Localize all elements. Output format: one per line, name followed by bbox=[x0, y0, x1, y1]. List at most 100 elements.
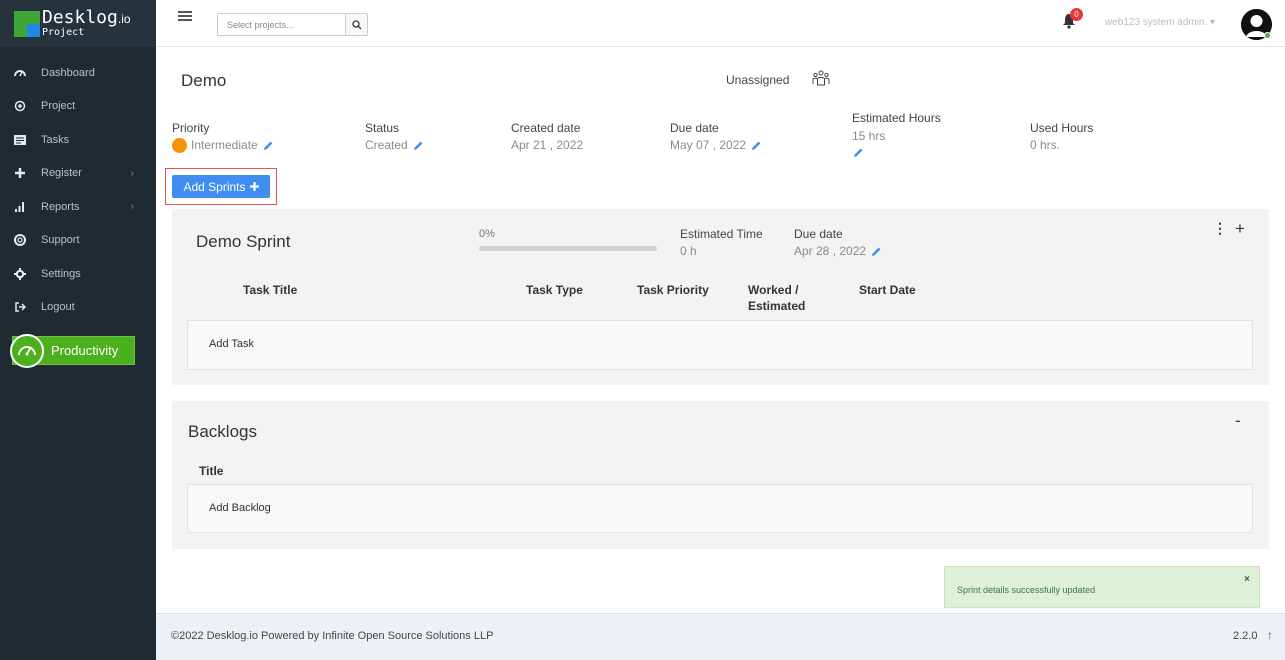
edit-estimated-hours-icon[interactable] bbox=[853, 147, 864, 158]
sidebar-item-register[interactable]: Register › bbox=[0, 157, 156, 191]
sidebar-item-support[interactable]: Support bbox=[0, 224, 156, 258]
sidebar-item-settings[interactable]: Settings bbox=[0, 257, 156, 291]
notification-badge: 0 bbox=[1070, 8, 1083, 21]
success-toast: Sprint details successfully updated × bbox=[944, 566, 1260, 608]
menu-toggle-icon[interactable] bbox=[178, 11, 192, 25]
user-menu[interactable]: web123 system admin. ▾ bbox=[1105, 17, 1215, 28]
logout-icon bbox=[14, 301, 26, 313]
productivity-button[interactable]: Productivity bbox=[10, 333, 135, 368]
priority-indicator bbox=[172, 138, 187, 154]
main-content: Demo Unassigned Priority Intermediate St… bbox=[156, 48, 1285, 613]
top-header: 0 web123 system admin. ▾ bbox=[156, 0, 1285, 47]
add-backlog-button[interactable]: Add Backlog bbox=[209, 502, 271, 514]
sidebar-item-dashboard[interactable]: Dashboard bbox=[0, 56, 156, 90]
footer-copyright: ©2022 Desklog.io Powered by Infinite Ope… bbox=[171, 630, 494, 642]
sidebar-nav: Dashboard Project Tasks Register › Repor… bbox=[0, 56, 156, 324]
online-status-dot bbox=[1264, 32, 1271, 39]
brand-subtitle: Project bbox=[42, 27, 85, 38]
sprint-progress-text: 0% bbox=[479, 228, 495, 240]
col-task-title: Task Title bbox=[243, 283, 298, 297]
sprint-progress-bar bbox=[479, 246, 657, 251]
sidebar-item-label: Dashboard bbox=[41, 66, 95, 79]
assignee-label: Unassigned bbox=[726, 73, 790, 87]
col-backlog-title: Title bbox=[199, 464, 224, 478]
edit-priority-icon[interactable] bbox=[263, 140, 274, 151]
status-value: Created bbox=[365, 138, 424, 152]
priority-value: Intermediate bbox=[172, 138, 274, 154]
col-task-type: Task Type bbox=[526, 283, 583, 297]
sprint-due-date-value: Apr 28 , 2022 bbox=[794, 244, 882, 258]
estimated-hours-value: 15 hrs bbox=[852, 129, 886, 143]
sidebar-item-logout[interactable]: Logout bbox=[0, 291, 156, 325]
sprint-name: Demo Sprint bbox=[196, 232, 291, 251]
created-date-label: Created date bbox=[511, 121, 581, 135]
productivity-label: Productivity bbox=[51, 343, 119, 358]
sidebar-item-label: Register bbox=[41, 167, 82, 180]
search-input[interactable] bbox=[218, 14, 345, 35]
sprint-options-icon[interactable]: ⋮ bbox=[1213, 220, 1227, 237]
col-start-date: Start Date bbox=[859, 283, 916, 297]
chevron-right-icon: › bbox=[130, 167, 134, 179]
bar-chart-icon bbox=[14, 201, 26, 213]
sprint-due-date-label: Due date bbox=[794, 227, 843, 241]
project-icon bbox=[14, 100, 26, 112]
edit-status-icon[interactable] bbox=[413, 140, 424, 151]
brand-name: Desklog.io bbox=[42, 7, 131, 28]
team-assign-icon[interactable] bbox=[812, 69, 830, 87]
tasks-icon bbox=[14, 134, 26, 146]
estimated-hours-label: Estimated Hours bbox=[852, 111, 941, 125]
sidebar-item-project[interactable]: Project bbox=[0, 90, 156, 124]
backlog-panel: Backlogs - Title Add Backlog bbox=[172, 401, 1269, 549]
priority-label: Priority bbox=[172, 121, 210, 135]
estimated-time-value: 0 h bbox=[680, 244, 697, 258]
used-hours-value: 0 hrs. bbox=[1030, 138, 1061, 152]
add-sprints-highlight: Add Sprints bbox=[165, 168, 277, 205]
status-label: Status bbox=[365, 121, 400, 135]
support-icon bbox=[14, 234, 26, 247]
app-version: 2.2.0 bbox=[1233, 630, 1258, 642]
project-title: Demo bbox=[181, 71, 227, 90]
backlog-collapse-button[interactable]: - bbox=[1235, 411, 1241, 431]
project-search bbox=[217, 13, 368, 36]
dashboard-icon bbox=[14, 67, 26, 79]
sprint-add-icon[interactable]: + bbox=[1235, 219, 1245, 239]
sidebar-item-label: Logout bbox=[41, 301, 75, 314]
used-hours-label: Used Hours bbox=[1030, 121, 1094, 135]
plus-icon bbox=[14, 167, 26, 179]
sprint-panel: Demo Sprint 0% Estimated Time 0 h Due da… bbox=[172, 209, 1269, 385]
add-task-button[interactable]: Add Task bbox=[209, 338, 254, 350]
edit-due-date-icon[interactable] bbox=[751, 140, 762, 151]
col-worked-estimated: Worked / Estimated bbox=[748, 283, 806, 313]
due-date-value: May 07 , 2022 bbox=[670, 138, 762, 152]
scroll-top-icon[interactable]: ↑ bbox=[1267, 628, 1273, 642]
sidebar-item-reports[interactable]: Reports › bbox=[0, 190, 156, 224]
sidebar-item-label: Tasks bbox=[41, 133, 70, 146]
created-date-value: Apr 21 , 2022 bbox=[511, 138, 584, 152]
edit-sprint-due-date-icon[interactable] bbox=[871, 246, 882, 257]
sidebar: Desklog.io Project Dashboard Project Tas… bbox=[0, 0, 156, 660]
chevron-right-icon: › bbox=[130, 201, 134, 213]
add-task-row: Add Task bbox=[187, 320, 1253, 370]
brand-logo[interactable]: Desklog.io Project bbox=[0, 0, 156, 47]
search-icon bbox=[351, 19, 361, 29]
due-date-label: Due date bbox=[670, 121, 719, 135]
desklog-logo-icon bbox=[14, 10, 40, 37]
add-sprints-button[interactable]: Add Sprints bbox=[172, 175, 270, 198]
notification-button[interactable]: 0 bbox=[1062, 8, 1083, 29]
toast-message: Sprint details successfully updated bbox=[957, 585, 1096, 595]
gear-icon bbox=[14, 267, 26, 280]
sidebar-item-label: Project bbox=[41, 100, 76, 113]
sidebar-item-label: Support bbox=[41, 234, 80, 247]
speedometer-icon bbox=[10, 333, 44, 368]
backlog-title: Backlogs bbox=[188, 422, 257, 441]
sidebar-item-tasks[interactable]: Tasks bbox=[0, 123, 156, 157]
sidebar-item-label: Reports bbox=[41, 200, 80, 213]
toast-close-icon[interactable]: × bbox=[1244, 574, 1250, 585]
plus-icon bbox=[249, 182, 259, 191]
estimated-time-label: Estimated Time bbox=[680, 227, 763, 241]
search-button[interactable] bbox=[345, 14, 367, 35]
sidebar-item-label: Settings bbox=[41, 267, 81, 280]
add-backlog-row: Add Backlog bbox=[187, 484, 1253, 533]
col-task-priority: Task Priority bbox=[637, 283, 709, 297]
footer: ©2022 Desklog.io Powered by Infinite Ope… bbox=[156, 613, 1285, 660]
